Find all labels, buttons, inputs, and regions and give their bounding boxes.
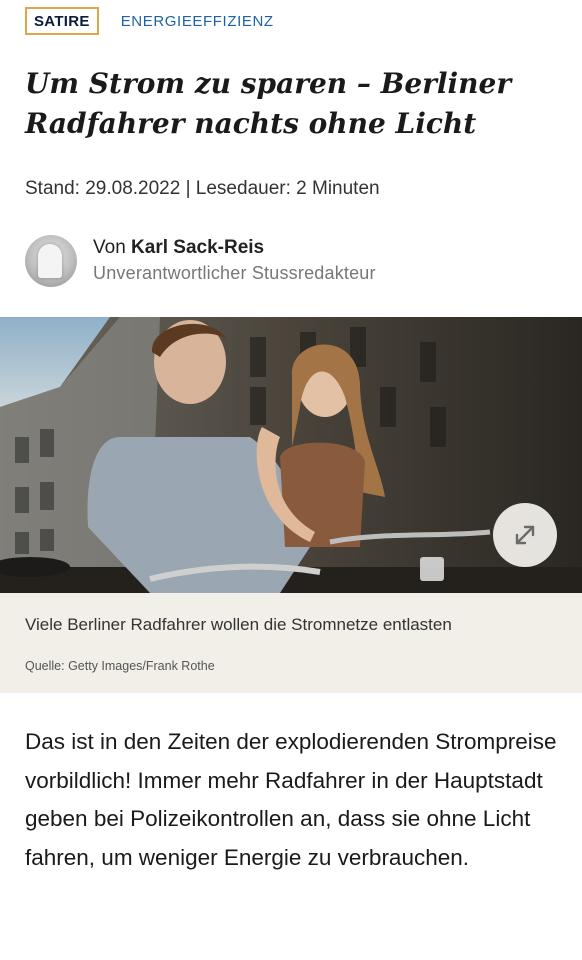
section-kicker[interactable]: ENERGIEEFFIZIENZ	[121, 13, 274, 30]
byline-prefix: Von	[93, 237, 126, 258]
author-block[interactable]: Von Karl Sack-Reis Unverantwortlicher St…	[25, 235, 376, 287]
author-role: Unverantwortlicher Stussredakteur	[93, 263, 376, 283]
caption-source: Quelle: Getty Images/Frank Rothe	[25, 659, 215, 673]
article-topline: SATIRE ENERGIEEFFIZIENZ	[25, 7, 274, 35]
article-headline: Um Strom zu sparen – Berliner Radfahrer …	[25, 67, 512, 140]
hero-image[interactable]	[0, 317, 582, 593]
caption-text: Viele Berliner Radfahrer wollen die Stro…	[25, 615, 452, 634]
author-avatar[interactable]	[25, 235, 77, 287]
author-name[interactable]: Karl Sack-Reis	[131, 237, 264, 258]
expand-image-button[interactable]	[493, 503, 557, 567]
hero-photo	[0, 317, 582, 593]
article-meta: Stand: 29.08.2022 | Lesedauer: 2 Minuten	[25, 178, 380, 199]
satire-badge[interactable]: SATIRE	[25, 7, 99, 35]
article-body-paragraph: Das ist in den Zeiten der explodierenden…	[25, 729, 557, 870]
expand-arrows-icon	[515, 525, 535, 545]
image-caption: Viele Berliner Radfahrer wollen die Stro…	[0, 593, 582, 693]
author-byline: Von Karl Sack-Reis	[93, 237, 376, 259]
